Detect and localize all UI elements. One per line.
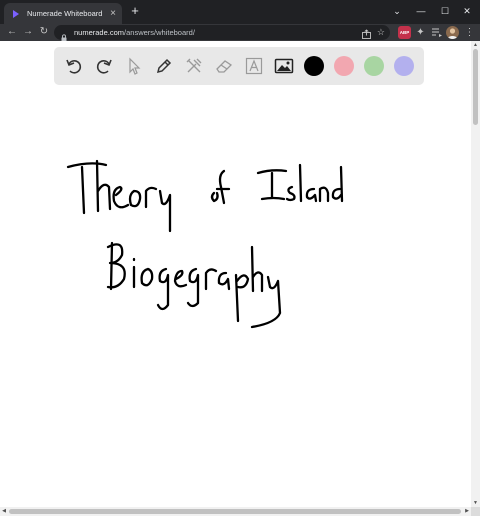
back-icon[interactable]: ← bbox=[5, 25, 19, 39]
hw-stroke bbox=[80, 165, 86, 215]
bookmark-star-icon[interactable]: ☆ bbox=[377, 25, 385, 40]
forward-icon[interactable]: → bbox=[21, 25, 35, 39]
horizontal-scroll-thumb[interactable] bbox=[9, 509, 461, 514]
hw-stroke bbox=[204, 268, 218, 291]
hw-stroke bbox=[215, 169, 231, 205]
pen-icon[interactable] bbox=[154, 56, 174, 76]
tab-search-icon[interactable]: ⌄ bbox=[386, 2, 408, 20]
new-tab-button[interactable]: + bbox=[128, 4, 142, 18]
share-icon[interactable] bbox=[361, 27, 372, 39]
select-pointer-icon[interactable] bbox=[124, 56, 144, 76]
chrome-menu-icon[interactable]: ⋮ bbox=[463, 26, 476, 39]
color-swatch-black[interactable] bbox=[304, 56, 324, 76]
adblock-extension-icon[interactable]: ABP bbox=[398, 26, 411, 39]
hw-stroke bbox=[144, 186, 158, 209]
undo-icon[interactable] bbox=[64, 56, 84, 76]
reload-icon[interactable]: ↻ bbox=[37, 25, 51, 39]
scroll-right-arrow-icon[interactable]: ▶ bbox=[464, 508, 470, 515]
extensions-puzzle-icon[interactable]: ✦ bbox=[414, 26, 427, 39]
lock-icon bbox=[60, 29, 68, 41]
browser-tab[interactable]: Numerade Whiteboard × bbox=[4, 3, 122, 24]
handwriting-layer bbox=[66, 159, 344, 329]
redo-icon[interactable] bbox=[94, 56, 114, 76]
hw-stroke bbox=[112, 185, 130, 209]
hw-stroke bbox=[186, 267, 200, 308]
hw-stroke bbox=[260, 196, 286, 201]
hw-stroke bbox=[318, 186, 330, 203]
hw-stroke bbox=[217, 271, 231, 291]
hw-stroke bbox=[298, 163, 303, 203]
color-swatch-green[interactable] bbox=[364, 56, 384, 76]
hw-stroke bbox=[66, 162, 108, 169]
numerade-favicon-icon bbox=[11, 9, 21, 19]
address-bar[interactable]: numerade.com/answers/whiteboard/ ☆ bbox=[54, 25, 390, 41]
hw-stroke bbox=[305, 187, 318, 203]
horizontal-scrollbar[interactable]: ◀ ▶ bbox=[0, 507, 471, 516]
hw-stroke bbox=[95, 159, 112, 213]
vertical-scrollbar[interactable]: ▲ ▼ bbox=[471, 41, 480, 507]
hw-stroke bbox=[109, 241, 114, 291]
browser-toolbar: ← → ↻ numerade.com/answers/whiteboard/ ☆… bbox=[0, 24, 480, 41]
hw-stroke bbox=[173, 269, 188, 288]
hw-stroke bbox=[250, 245, 264, 293]
minimize-button[interactable]: — bbox=[410, 2, 432, 20]
vertical-scroll-thumb[interactable] bbox=[473, 49, 478, 125]
whiteboard-toolbar bbox=[54, 47, 424, 85]
hw-stroke bbox=[140, 267, 154, 287]
scroll-down-arrow-icon[interactable]: ▼ bbox=[472, 500, 479, 506]
tools-icon[interactable] bbox=[184, 56, 204, 76]
text-tool-icon[interactable] bbox=[244, 56, 264, 76]
scrollbar-corner bbox=[471, 507, 480, 516]
hw-stroke bbox=[250, 275, 282, 329]
scroll-up-arrow-icon[interactable]: ▲ bbox=[472, 42, 479, 48]
hw-stroke bbox=[156, 267, 170, 311]
browser-title-bar: Numerade Whiteboard × + ⌄ — ☐ ✕ bbox=[0, 0, 480, 24]
color-swatch-pink[interactable] bbox=[334, 56, 354, 76]
hw-stroke bbox=[210, 191, 219, 203]
hw-stroke bbox=[285, 185, 296, 202]
hw-stroke bbox=[158, 189, 172, 233]
maximize-button[interactable]: ☐ bbox=[434, 2, 456, 20]
color-swatch-purple[interactable] bbox=[394, 56, 414, 76]
close-window-button[interactable]: ✕ bbox=[456, 2, 478, 20]
whiteboard-page bbox=[0, 41, 471, 506]
eraser-icon[interactable] bbox=[214, 56, 234, 76]
image-icon[interactable] bbox=[274, 56, 294, 76]
media-control-icon[interactable] bbox=[430, 26, 443, 39]
hw-stroke bbox=[331, 165, 344, 203]
scroll-left-arrow-icon[interactable]: ◀ bbox=[1, 508, 7, 515]
url-text: numerade.com/answers/whiteboard/ bbox=[74, 28, 195, 37]
whiteboard-canvas[interactable] bbox=[0, 91, 471, 506]
tab-close-icon[interactable]: × bbox=[107, 8, 119, 19]
profile-avatar[interactable] bbox=[446, 26, 459, 39]
tab-title: Numerade Whiteboard bbox=[27, 9, 103, 18]
hw-stroke bbox=[128, 189, 142, 208]
hw-stroke bbox=[234, 273, 250, 323]
